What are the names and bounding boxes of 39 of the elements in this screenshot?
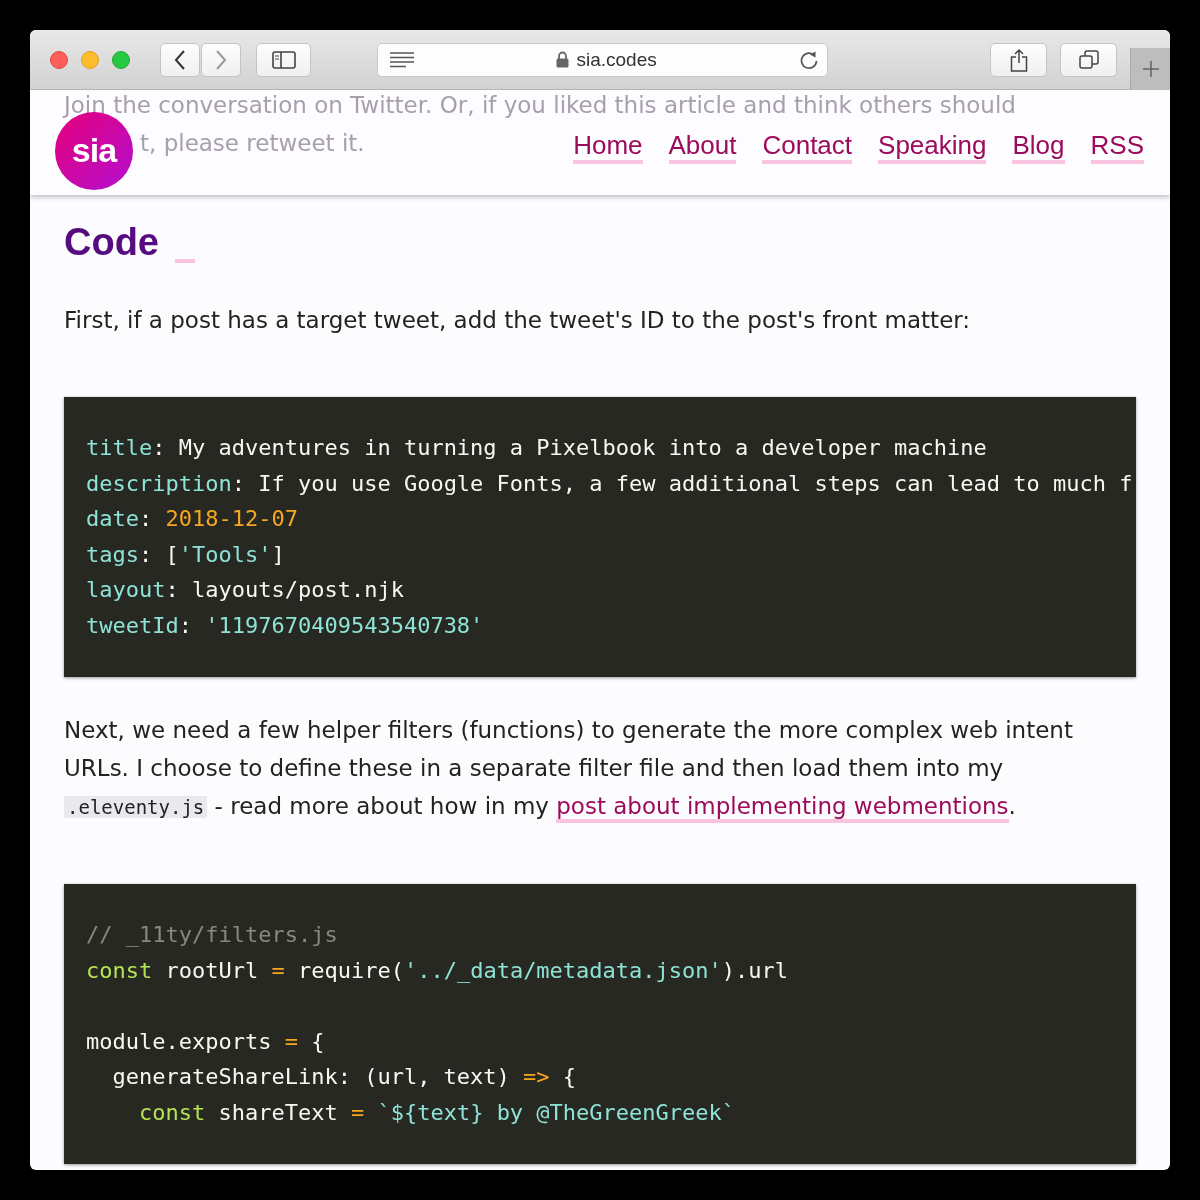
paragraph: First, if a post has a target tweet, add the tweet's ID to the post's front matter: (64, 306, 972, 335)
code-line: tweetId: '1197670409543540738' (86, 611, 485, 640)
share-button[interactable] (989, 42, 1048, 77)
share-icon (1009, 47, 1028, 72)
sidebar-icon (271, 50, 296, 69)
nav-link[interactable]: About (668, 129, 737, 164)
lock-icon (556, 51, 570, 68)
paragraph: Next, we need a few helper filters (functions) to generate the more complex web intent URLs. I choose to define these in a separate filter file and then load them into my .eleventy.js - read more about how in my post about implementing webmentions. (64, 711, 1136, 826)
code-line: layout: layouts/post.njk (86, 576, 405, 604)
code-line: tags: ['Tools'] (86, 540, 286, 569)
code-line: generateShareLink: (url, text) => { (111, 1063, 578, 1091)
chevron-right-icon (214, 48, 228, 71)
code-line: const rootUrl = require('../_data/metadata.json').url (86, 956, 790, 985)
back-button[interactable] (160, 42, 200, 77)
faded-text: t, please retweet it. (140, 129, 365, 158)
address-bar[interactable]: sia.codes (377, 42, 828, 77)
close-button[interactable] (50, 50, 68, 69)
plus-icon (1141, 60, 1160, 78)
text-link[interactable]: post about implementing webmentions (556, 793, 1009, 823)
code-line: description: If you use Google Fonts, a few additional steps can lead to much f (86, 469, 1134, 498)
nav-link[interactable]: RSS (1090, 129, 1144, 164)
chevron-left-icon (173, 48, 187, 71)
reader-icon[interactable] (390, 51, 415, 68)
code-line: date: 2018-12-07 (86, 505, 299, 533)
code-line: const shareText = `${text} by @TheGreenGreek` (137, 1098, 737, 1127)
tabs-icon (1078, 49, 1099, 70)
inline-code: .eleventy.js (64, 796, 208, 818)
nav-link[interactable]: Blog (1012, 129, 1065, 164)
sidebar-button[interactable] (256, 42, 312, 77)
nav-link[interactable]: Contact (762, 129, 853, 164)
url-text: sia.codes (576, 48, 657, 71)
code-line: title: My adventures in turning a Pixelbook into a developer machine (86, 434, 988, 462)
section-heading: Code (64, 220, 159, 265)
code-line: module.exports = { (86, 1027, 326, 1056)
reload-icon[interactable] (798, 49, 819, 70)
nav-link[interactable]: Speaking (878, 129, 987, 164)
tabs-button[interactable] (1060, 42, 1118, 77)
nav-link[interactable]: Home (573, 129, 643, 164)
code-line: // _11ty/filters.js (86, 921, 339, 949)
